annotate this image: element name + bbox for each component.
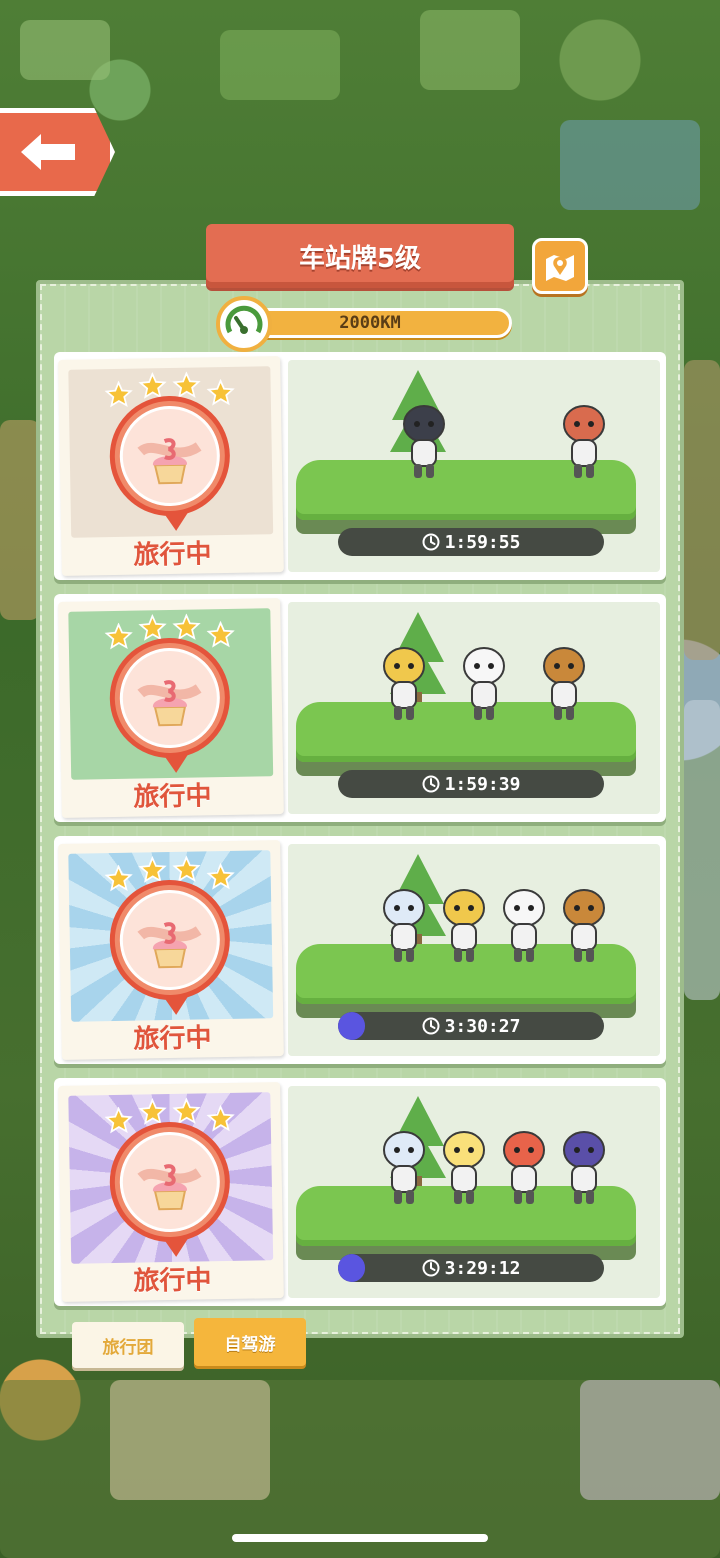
trip-status-label: 旅行中 xyxy=(133,539,212,571)
trip-time-remaining: 1:59:55 xyxy=(444,531,521,553)
traveler-character xyxy=(378,642,430,732)
clock-icon xyxy=(422,775,440,793)
star-icon xyxy=(206,862,235,890)
trip-card[interactable]: 旅行中 3:29:12 xyxy=(54,1078,666,1306)
trip-badge-area: 旅行中 xyxy=(58,356,284,576)
home-indicator[interactable] xyxy=(232,1534,488,1542)
star-icon xyxy=(206,620,235,648)
trip-timer: 1:59:39 xyxy=(338,770,604,798)
traveler-character xyxy=(378,1126,430,1216)
back-button[interactable] xyxy=(0,108,115,196)
trip-status-label: 旅行中 xyxy=(133,781,212,813)
traveler-character xyxy=(538,642,590,732)
trip-timer: 3:30:27 xyxy=(338,1012,604,1040)
arrow-left-icon xyxy=(21,134,75,170)
star-icon xyxy=(206,1104,235,1132)
travel-scene: 3:30:27 xyxy=(288,844,660,1056)
star-icon xyxy=(104,864,133,892)
traveler-character xyxy=(558,884,610,974)
trip-card[interactable]: 旅行中 1:59:39 xyxy=(54,594,666,822)
clock-icon xyxy=(422,1259,440,1277)
traveler-character xyxy=(438,884,490,974)
traveler-character xyxy=(378,884,430,974)
trip-progress-fill xyxy=(338,1254,365,1282)
travel-scene: 1:59:55 xyxy=(288,360,660,572)
trip-progress-fill xyxy=(338,1012,365,1040)
travel-scene: 3:29:12 xyxy=(288,1086,660,1298)
trip-badge-area: 旅行中 xyxy=(58,840,284,1060)
traveler-character xyxy=(558,1126,610,1216)
trip-time-remaining: 3:30:27 xyxy=(444,1015,521,1037)
traveler-character xyxy=(458,642,510,732)
clock-icon xyxy=(422,533,440,551)
trip-time-remaining: 3:29:12 xyxy=(444,1257,521,1279)
clock-icon xyxy=(422,1017,440,1035)
tab-self-drive-label: 自驾游 xyxy=(224,1334,276,1355)
page-title: 车站牌5级 xyxy=(196,224,524,288)
star-icon xyxy=(104,1106,133,1134)
star-icon xyxy=(104,380,133,408)
star-icon xyxy=(104,622,133,650)
page-title-text: 车站牌5级 xyxy=(298,243,422,274)
tab-tour-group-label: 旅行团 xyxy=(102,1337,154,1358)
map-button[interactable] xyxy=(532,238,588,294)
traveler-character xyxy=(498,1126,550,1216)
trip-timer: 3:29:12 xyxy=(338,1254,604,1282)
traveler-character xyxy=(398,400,450,490)
travel-scene: 1:59:39 xyxy=(288,602,660,814)
trip-badge-area: 旅行中 xyxy=(58,1082,284,1302)
trip-status-label: 旅行中 xyxy=(133,1265,212,1297)
map-pin-icon xyxy=(546,255,574,281)
trip-time-remaining: 1:59:39 xyxy=(444,773,521,795)
tab-self-drive[interactable]: 自驾游 xyxy=(194,1318,306,1366)
traveler-character xyxy=(558,400,610,490)
speedometer-icon xyxy=(216,296,272,352)
trip-status-label: 旅行中 xyxy=(133,1023,212,1055)
star-icon xyxy=(206,378,235,406)
trip-card[interactable]: 旅行中 1:59:55 xyxy=(54,352,666,580)
trip-timer: 1:59:55 xyxy=(338,528,604,556)
tab-tour-group[interactable]: 旅行团 xyxy=(72,1322,184,1368)
traveler-character xyxy=(438,1126,490,1216)
traveler-character xyxy=(498,884,550,974)
distance-value: 2000KM xyxy=(339,313,401,333)
trip-badge-area: 旅行中 xyxy=(58,598,284,818)
trip-card[interactable]: 旅行中 3:30:27 xyxy=(54,836,666,1064)
